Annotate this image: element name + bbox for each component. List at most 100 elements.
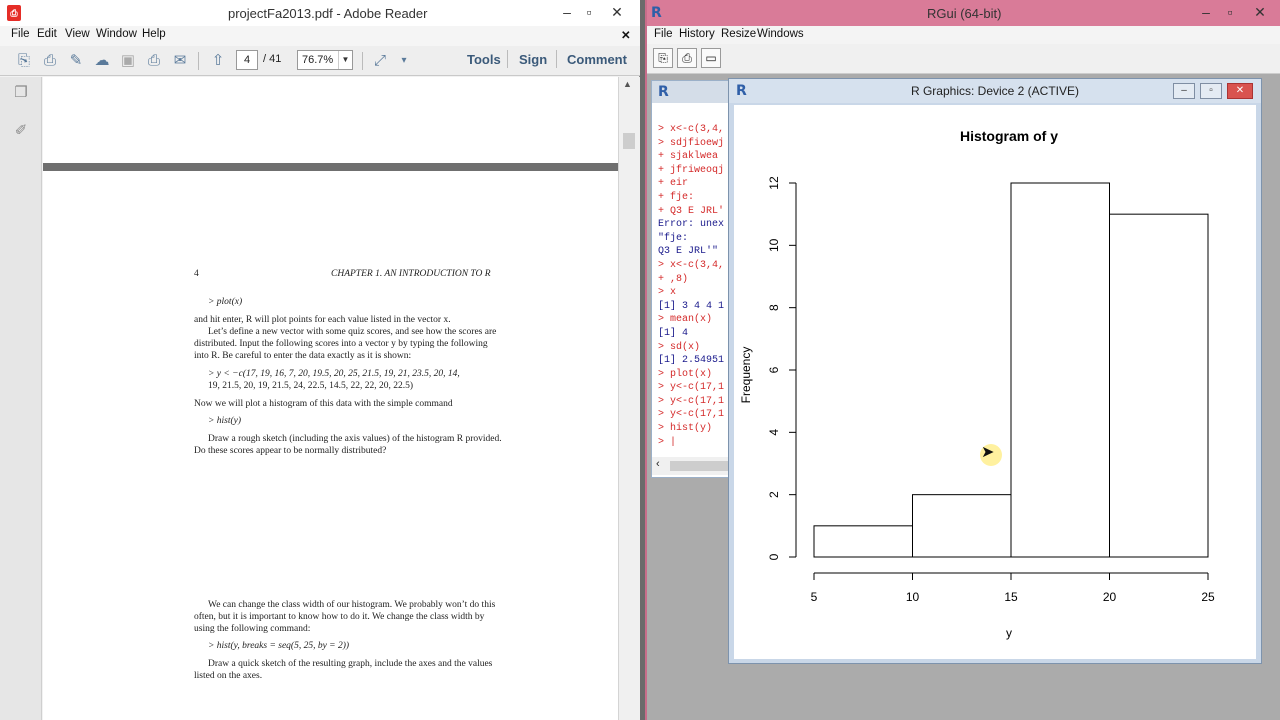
- y-tick-label: 0: [767, 553, 781, 560]
- y-axis: 0 2 4 6 8 10 12: [767, 176, 797, 560]
- vertical-scrollbar[interactable]: ▲: [618, 77, 640, 720]
- x-tick-label: 25: [1201, 590, 1215, 604]
- minimize-icon[interactable]: –: [1173, 83, 1195, 99]
- chevron-down-icon[interactable]: ▼: [338, 51, 352, 69]
- maximize-icon[interactable]: ▫: [1200, 83, 1222, 99]
- histogram-bar: [813, 525, 913, 558]
- pdf-line: Draw a rough sketch (including the axis …: [208, 434, 502, 444]
- rgui-toolbar: ⎘ ⎙ ▭: [647, 44, 1280, 74]
- combine-files-icon[interactable]: ⎙: [40, 51, 60, 71]
- minimize-icon[interactable]: –: [1194, 3, 1218, 23]
- menu-resize[interactable]: Resize: [721, 28, 756, 40]
- window-icon[interactable]: ▭: [701, 48, 721, 68]
- scroll-thumb[interactable]: [670, 461, 730, 471]
- page-number-label: 4: [194, 269, 199, 279]
- print-icon[interactable]: ⎙: [677, 48, 697, 68]
- pdf-line: distributed. Input the following scores …: [194, 339, 488, 349]
- pdf-line: using the following command:: [194, 624, 311, 634]
- menu-window[interactable]: Window: [96, 28, 137, 40]
- x-axis-label: y: [1006, 626, 1012, 640]
- adobe-reader-window: ⎙ projectFa2013.pdf - Adobe Reader – ▫ ✕…: [0, 0, 640, 720]
- histogram-plot: Histogram of y y Frequency 5 10 15 20 25 0 2 4…: [739, 128, 1215, 640]
- document-viewer[interactable]: 4 CHAPTER 1. AN INTRODUCTION TO R > plot…: [43, 77, 618, 720]
- pdf-line: listed on the axes.: [194, 671, 263, 681]
- y-tick-label: 6: [767, 366, 781, 373]
- close-icon[interactable]: ✕: [605, 3, 629, 23]
- y-tick-label: 10: [767, 238, 781, 252]
- previous-page: [43, 77, 618, 163]
- pdf-line: We can change the class width of our his…: [208, 600, 496, 610]
- x-tick-label: 10: [906, 590, 920, 604]
- menu-edit[interactable]: Edit: [37, 28, 57, 40]
- menu-file[interactable]: File: [11, 28, 30, 40]
- rgui-menubar: File History Resize Windows: [647, 26, 1280, 44]
- menu-windows[interactable]: Windows: [757, 28, 804, 40]
- menu-help[interactable]: Help: [142, 28, 166, 40]
- close-document-icon[interactable]: ✕: [621, 28, 631, 42]
- r-graphics-window[interactable]: R R Graphics: Device 2 (ACTIVE) – ▫ ✕ Hi…: [728, 78, 1262, 664]
- reader-menubar: File Edit View Window Help ✕: [0, 26, 640, 46]
- maximize-icon[interactable]: ▫: [1218, 3, 1242, 23]
- attachments-icon[interactable]: ✐: [12, 121, 30, 141]
- email-icon[interactable]: ✉: [170, 51, 190, 71]
- save-icon[interactable]: ▣: [118, 51, 138, 71]
- minimize-icon[interactable]: –: [555, 3, 579, 23]
- pdf-line: Now we will plot a histogram of this dat…: [194, 399, 453, 409]
- menu-view[interactable]: View: [65, 28, 90, 40]
- y-axis-label: Frequency: [739, 347, 753, 404]
- toolbar-separator: [198, 52, 199, 70]
- copy-icon[interactable]: ⎘: [653, 48, 673, 68]
- menu-history[interactable]: History: [679, 28, 715, 40]
- rgui-titlebar: R RGui (64-bit) – ▫ ✕: [647, 0, 1280, 26]
- pdf-line: 19, 21.5, 20, 19, 21.5, 24, 22.5, 14.5, …: [208, 381, 414, 391]
- y-tick-label: 4: [767, 429, 781, 436]
- customize-toolbar-icon[interactable]: ▾: [394, 51, 414, 71]
- maximize-icon[interactable]: ▫: [577, 3, 601, 23]
- close-icon[interactable]: ✕: [1248, 3, 1272, 23]
- toolbar-separator: [556, 50, 557, 68]
- pdf-app-icon: ⎙: [7, 5, 21, 21]
- edit-pen-icon[interactable]: ✎: [66, 51, 86, 71]
- pdf-line: Draw a quick sketch of the resulting gra…: [208, 659, 493, 669]
- page-total: / 41: [263, 53, 282, 65]
- histogram-bar: [1010, 182, 1110, 558]
- toolbar-separator: [507, 50, 508, 68]
- page-thumbnails-icon[interactable]: ❐: [12, 83, 30, 103]
- r-logo-icon: R: [651, 5, 662, 21]
- histogram-bar: [1109, 213, 1209, 558]
- x-tick-label: 5: [811, 590, 818, 604]
- r-logo-icon: R: [658, 84, 669, 100]
- y-tick-label: 12: [767, 176, 781, 190]
- pdf-line: into R. Be careful to enter the data exa…: [194, 351, 412, 361]
- previous-page-icon[interactable]: ⇧: [208, 51, 228, 71]
- pdf-line: > hist(y, breaks = seq(5, 25, by = 2)): [208, 641, 350, 651]
- menu-file[interactable]: File: [654, 28, 673, 40]
- scroll-left-icon[interactable]: ‹: [656, 458, 660, 470]
- pdf-line: often, but it is important to know how t…: [194, 612, 485, 622]
- print-icon[interactable]: ⎙: [144, 51, 164, 71]
- comment-button[interactable]: Comment: [567, 52, 627, 67]
- reader-window-title: projectFa2013.pdf - Adobe Reader: [228, 6, 428, 21]
- tools-button[interactable]: Tools: [467, 52, 501, 67]
- fit-page-icon[interactable]: ⤢: [370, 51, 390, 71]
- plot-area: Histogram of y y Frequency 5 10 15 20 25 0 2 4…: [734, 105, 1256, 659]
- y-tick-label: 2: [767, 491, 781, 498]
- chapter-header: CHAPTER 1. AN INTRODUCTION TO R: [331, 269, 491, 279]
- rgui-window-title: RGui (64-bit): [927, 6, 1002, 21]
- toolbar-separator: [362, 52, 363, 70]
- sign-button[interactable]: Sign: [519, 52, 547, 67]
- x-tick-label: 20: [1103, 590, 1117, 604]
- y-tick-label: 8: [767, 304, 781, 311]
- scroll-up-icon[interactable]: ▲: [623, 79, 632, 89]
- create-pdf-icon[interactable]: ⎘: [14, 51, 34, 71]
- chart-title: Histogram of y: [960, 128, 1058, 144]
- close-icon[interactable]: ✕: [1227, 83, 1253, 99]
- histogram-bars: [813, 182, 1209, 558]
- scroll-thumb[interactable]: [623, 133, 635, 149]
- upload-cloud-icon[interactable]: ☁: [92, 51, 112, 71]
- page-number-input[interactable]: 4: [236, 50, 258, 70]
- current-page: 4 CHAPTER 1. AN INTRODUCTION TO R > plot…: [43, 171, 618, 720]
- navigation-pane: ❐ ✐: [0, 77, 42, 720]
- x-tick-label: 15: [1004, 590, 1018, 604]
- graphics-titlebar: R R Graphics: Device 2 (ACTIVE) – ▫ ✕: [729, 79, 1261, 103]
